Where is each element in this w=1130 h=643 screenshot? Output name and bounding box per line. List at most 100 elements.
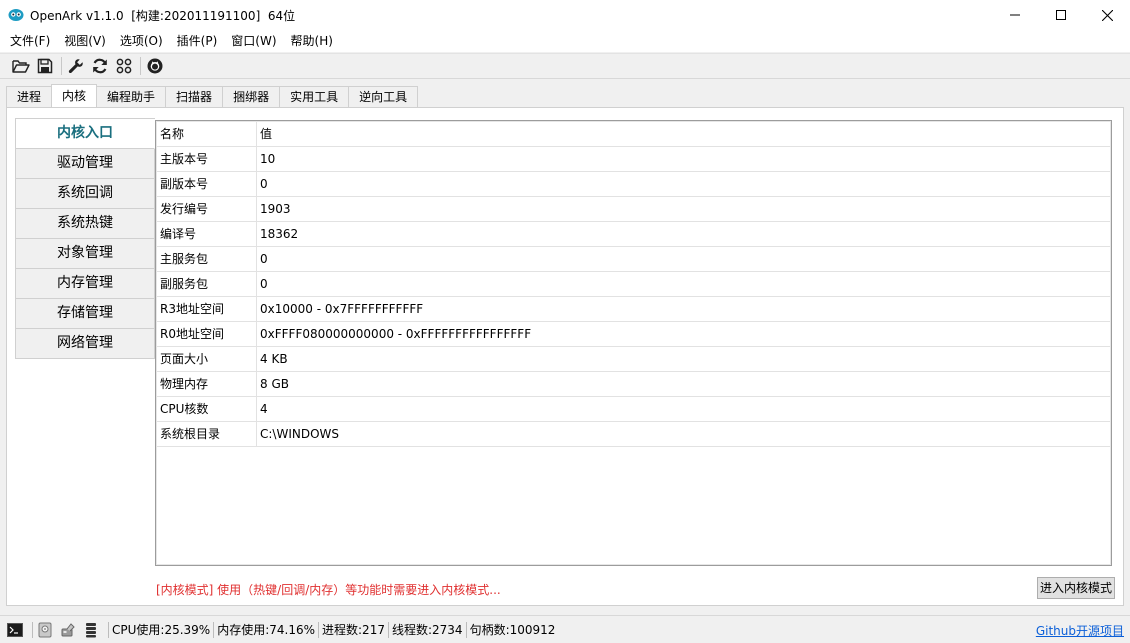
handle-count: 句柄数:100912: [469, 623, 556, 637]
open-button[interactable]: [10, 55, 32, 77]
table-row[interactable]: R0地址空间 0xFFFF080000000000 - 0xFFFFFFFFFFF…: [157, 322, 1110, 347]
wrench-icon: [68, 59, 83, 74]
row-name-cell: R0地址空间: [157, 322, 257, 346]
tools-button[interactable]: [59, 621, 77, 639]
table-row[interactable]: 副版本号 0: [157, 172, 1110, 197]
kernel-info-table[interactable]: 名称 值 主版本号 10 副版本号 0 发行编号 1903 编译号 18362 主服务包 0 副服务…: [155, 120, 1112, 566]
minimize-button[interactable]: [992, 0, 1038, 30]
status-separator: [108, 621, 109, 638]
sidenav-item-drivers[interactable]: 驱动管理: [15, 149, 155, 179]
status-separator: [387, 621, 389, 638]
kernel-mode-notice: [内核模式] 使用（热键/回调/内存）等功能时需要进入内核模式...: [156, 583, 501, 597]
cpu-usage: CPU使用:25.39%: [112, 623, 211, 637]
column-header-value[interactable]: 值: [257, 122, 1110, 146]
sidenav-item-network[interactable]: 网络管理: [15, 329, 155, 359]
table-row[interactable]: 副服务包 0: [157, 272, 1110, 297]
tab-bundler[interactable]: 捆绑器: [222, 86, 281, 108]
row-value-cell: 8 GB: [260, 377, 289, 391]
row-name-cell: 主版本号: [157, 147, 257, 171]
refresh-button[interactable]: [89, 55, 111, 77]
row-name-cell: 物理内存: [157, 372, 257, 396]
menu-options[interactable]: 选项(O): [114, 30, 169, 52]
table-row[interactable]: 系统根目录 C:\WINDOWS: [157, 422, 1110, 447]
github-project-link[interactable]: Github开源项目: [1036, 622, 1124, 639]
tab-utilities[interactable]: 实用工具: [279, 86, 350, 108]
disk-icon: [38, 622, 52, 637]
stack-button[interactable]: [82, 621, 100, 639]
refresh-icon: [93, 58, 107, 74]
row-value-cell: 0: [260, 252, 268, 266]
sidenav-item-objects[interactable]: 对象管理: [15, 239, 155, 269]
column-header-name[interactable]: 名称: [157, 122, 257, 146]
minimize-icon: [1010, 14, 1020, 16]
table-row[interactable]: R3地址空间 0x10000 - 0x7FFFFFFFFFFF: [157, 297, 1110, 322]
settings-button[interactable]: [65, 55, 87, 77]
tab-process[interactable]: 进程: [6, 86, 53, 108]
title-bar: OpenArk v1.1.0 [构建:202011191100] 64位: [0, 0, 1130, 30]
sidenav-item-hotkeys[interactable]: 系统热键: [15, 209, 155, 239]
row-value-cell: 10: [260, 152, 276, 166]
close-button[interactable]: [1084, 0, 1130, 30]
status-separator: [318, 621, 320, 638]
row-value-cell: 0xFFFF080000000000 - 0xFFFFFFFFFFFFFFFF: [260, 327, 532, 341]
row-value-cell: 0: [260, 277, 268, 291]
table-header: 名称 值: [157, 122, 1110, 147]
row-value-cell: 4: [260, 402, 268, 416]
row-name-cell: 发行编号: [157, 197, 257, 221]
tab-reverse-tools[interactable]: 逆向工具: [348, 86, 419, 108]
toolbar-separator: [140, 57, 141, 75]
table-row[interactable]: 页面大小 4 KB: [157, 347, 1110, 372]
memory-usage: 内存使用:74.16%: [217, 623, 316, 637]
main-tabs: 进程 内核 编程助手 扫描器 捆绑器 实用工具 逆向工具: [6, 84, 419, 108]
table-row[interactable]: 编译号 18362: [157, 222, 1110, 247]
save-icon: [37, 58, 53, 74]
process-count: 进程数:217: [322, 623, 385, 637]
row-name-cell: 副版本号: [157, 172, 257, 196]
status-separator: [465, 621, 467, 638]
github-button[interactable]: [144, 55, 166, 77]
row-value-cell: 4 KB: [260, 352, 288, 366]
row-name-cell: 页面大小: [157, 347, 257, 371]
menu-bar: 文件(F) 视图(V) 选项(O) 插件(P) 窗口(W) 帮助(H): [0, 30, 1130, 52]
table-row[interactable]: 物理内存 8 GB: [157, 372, 1110, 397]
enter-kernel-mode-button[interactable]: 进入内核模式: [1037, 577, 1115, 599]
status-separator: [213, 621, 215, 638]
row-value-cell: 0: [260, 177, 268, 191]
tab-kernel[interactable]: 内核: [51, 84, 98, 108]
row-value-cell: 0x10000 - 0x7FFFFFFFFFFF: [260, 302, 424, 316]
table-row[interactable]: 主服务包 0: [157, 247, 1110, 272]
close-icon: [1101, 9, 1113, 21]
tab-coder-kit[interactable]: 编程助手: [96, 86, 167, 108]
window-title: OpenArk v1.1.0 [构建:202011191100] 64位: [30, 8, 296, 23]
open-folder-icon: [12, 60, 30, 73]
menu-file[interactable]: 文件(F): [4, 30, 56, 52]
tab-scanner[interactable]: 扫描器: [165, 86, 224, 108]
console-icon: [7, 622, 23, 637]
maximize-button[interactable]: [1038, 0, 1084, 30]
disk-button[interactable]: [36, 621, 54, 639]
thread-count: 线程数:2734: [391, 623, 463, 637]
save-button[interactable]: [34, 55, 56, 77]
menu-window[interactable]: 窗口(W): [225, 30, 282, 52]
table-row[interactable]: 主版本号 10: [157, 147, 1110, 172]
toolbar: [0, 53, 1130, 79]
row-name-cell: 编译号: [157, 222, 257, 246]
console-button[interactable]: [6, 621, 24, 639]
menu-view[interactable]: 视图(V): [58, 30, 112, 52]
sidenav-item-callbacks[interactable]: 系统回调: [15, 179, 155, 209]
menu-help[interactable]: 帮助(H): [285, 30, 339, 52]
row-name-cell: R3地址空间: [157, 297, 257, 321]
modules-button[interactable]: [113, 55, 135, 77]
table-row[interactable]: 发行编号 1903: [157, 197, 1110, 222]
row-value-cell: 18362: [260, 227, 299, 241]
table-row[interactable]: CPU核数 4: [157, 397, 1110, 422]
status-separator: [32, 621, 33, 638]
menu-plugins[interactable]: 插件(P): [171, 30, 224, 52]
github-icon: [147, 58, 163, 74]
sidenav-item-storage[interactable]: 存储管理: [15, 299, 155, 329]
tools-icon: [61, 622, 75, 636]
kernel-panel: 内核入口 驱动管理 系统回调 系统热键 对象管理 内存管理 存储管理 网络管理 …: [6, 107, 1124, 606]
sidenav-item-kernel-entry[interactable]: 内核入口: [15, 119, 155, 149]
sidenav-item-memory[interactable]: 内存管理: [15, 269, 155, 299]
row-name-cell: CPU核数: [157, 397, 257, 421]
